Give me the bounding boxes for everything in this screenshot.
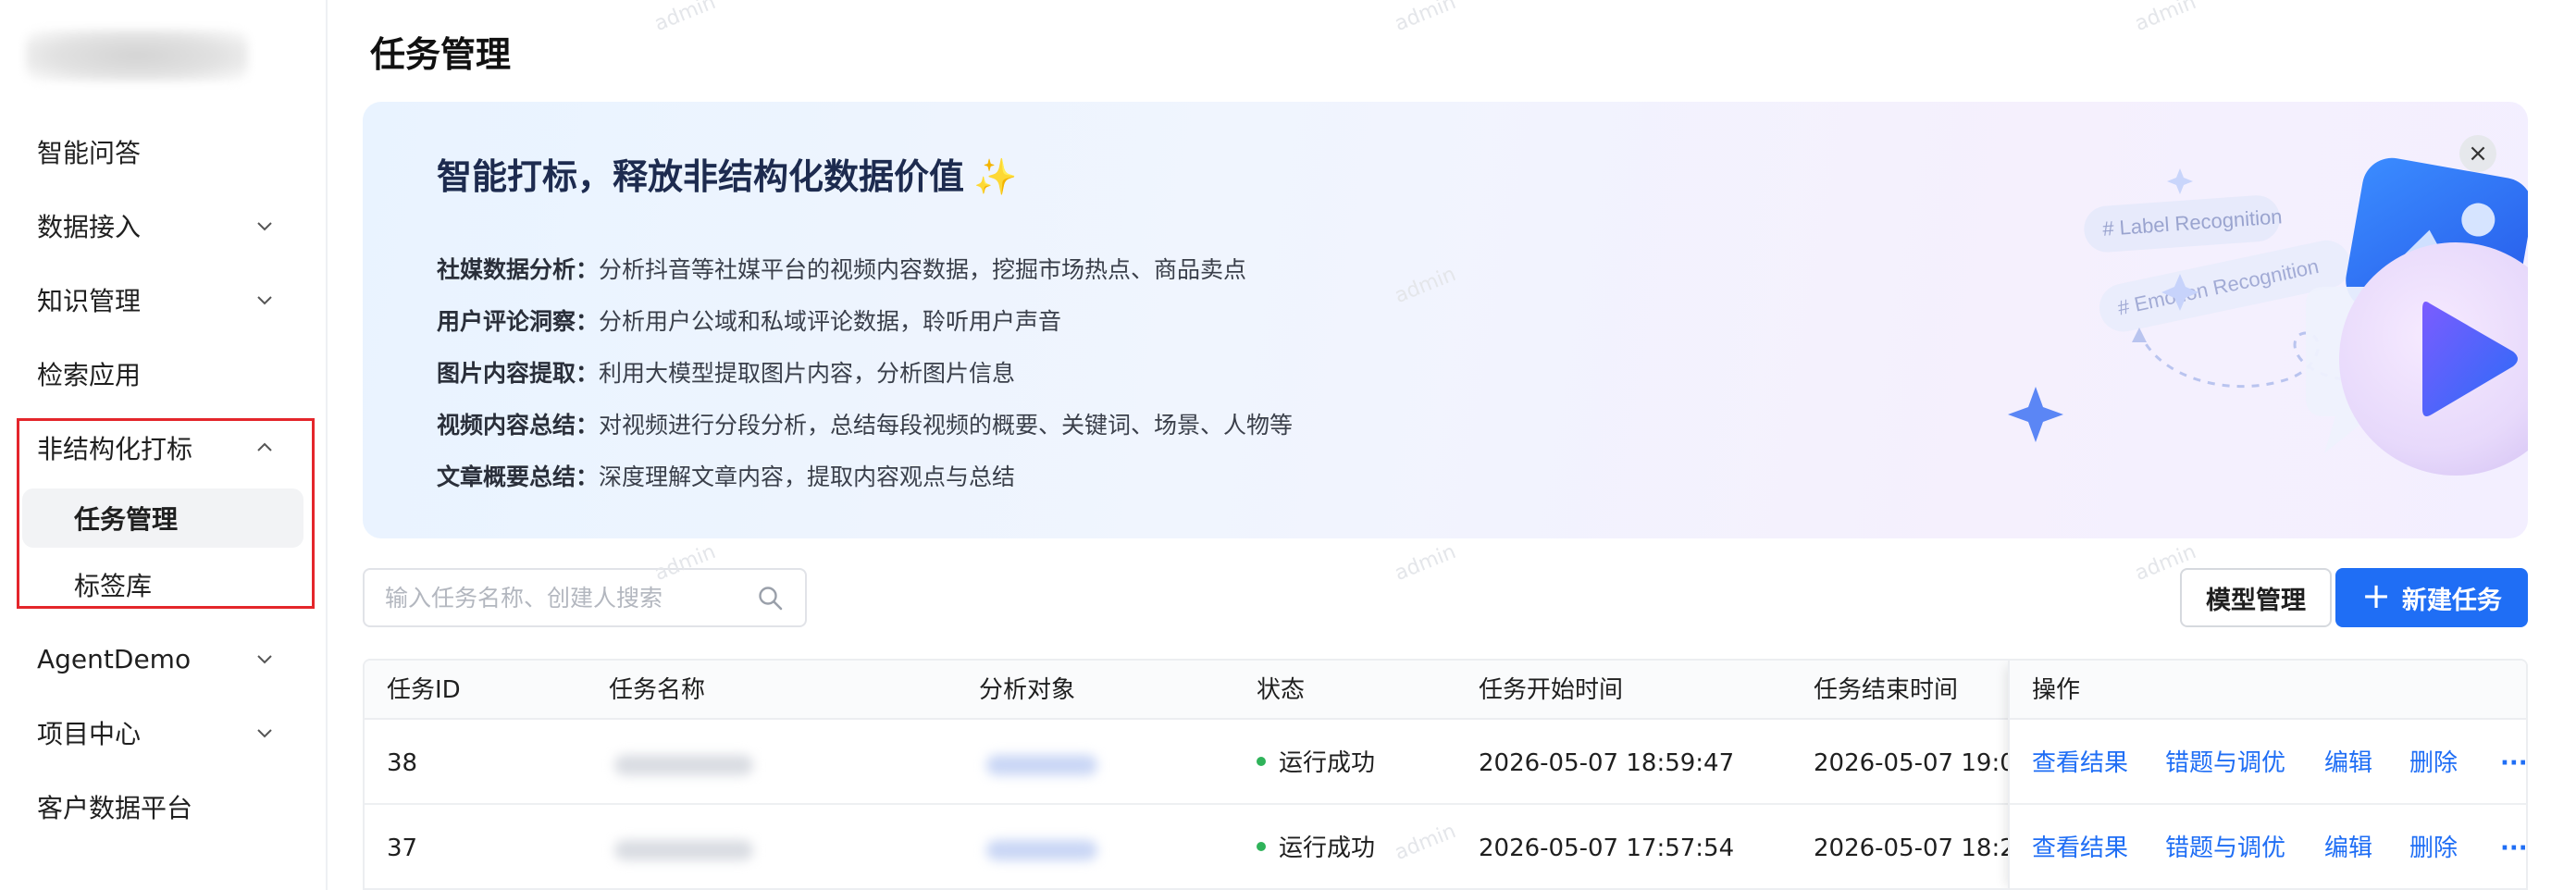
operations-row: 查看结果 错题与调优 编辑 删除 ··· (2010, 722, 2526, 805)
status-dot-icon (1257, 841, 1266, 851)
more-icon[interactable]: ··· (2500, 722, 2526, 805)
sidebar-item-data-access[interactable]: 数据接入 (0, 189, 328, 263)
page-title: 任务管理 (370, 34, 512, 75)
task-id: 37 (387, 834, 418, 862)
sidebar-subitem-task-management[interactable]: 任务管理 (22, 488, 303, 548)
banner-feature: 视频内容总结： 对视频进行分段分析，总结每段视频的概要、关键词、场景、人物等 (437, 412, 1294, 439)
delete-link[interactable]: 删除 (2409, 722, 2458, 805)
chevron-down-icon (257, 222, 272, 231)
sidebar-subitem-label: 任务管理 (74, 504, 179, 535)
sidebar-item-agentdemo[interactable]: AgentDemo (0, 622, 328, 696)
close-icon[interactable]: × (2459, 135, 2496, 172)
status-dot-icon (1257, 756, 1266, 766)
operations-header: 操作 (2010, 661, 2526, 720)
banner-feature: 文章概要总结： 深度理解文章内容，提取内容观点与总结 (437, 464, 1016, 490)
edit-link[interactable]: 编辑 (2324, 807, 2372, 888)
sidebar-subitem-label: 标签库 (74, 571, 153, 601)
status-badge: 运行成功 (1257, 807, 1375, 888)
feature-banner: 智能打标，释放非结构化数据价值 ✨ 社媒数据分析： 分析抖音等社媒平台的视频内容数据… (363, 102, 2528, 538)
search-input[interactable] (385, 570, 746, 625)
banner-feature: 图片内容提取： 利用大模型提取图片内容，分析图片信息 (437, 360, 1016, 387)
end-time-column: 任务结束时间 2026-05-07 19:07: 2026-05-07 18:2… (1660, 661, 2008, 888)
task-name-redacted (614, 755, 753, 775)
delete-link[interactable]: 删除 (2409, 807, 2458, 888)
task-name-redacted (614, 840, 753, 860)
operations-column: 操作 查看结果 错题与调优 编辑 删除 ··· 查看结果 错题与调优 编辑 删除… (2008, 661, 2526, 888)
debug-tune-link[interactable]: 错题与调优 (2165, 807, 2285, 888)
logo (26, 30, 248, 81)
operations-row: 查看结果 错题与调优 编辑 删除 ··· (2010, 807, 2526, 888)
sidebar-nav: 智能问答 数据接入 知识管理 检索应用 非结构化打标 任务管理 标签库 Agen… (0, 115, 328, 844)
column-header-name: 任务名称 (609, 676, 706, 704)
sidebar-item-label: 智能问答 (37, 138, 142, 168)
new-task-button[interactable]: + 新建任务 (2335, 568, 2528, 627)
sidebar-item-label: 项目中心 (37, 719, 142, 749)
task-table: 任务ID 任务名称 分析对象 状态 任务开始时间 38 运行成功 2026-05… (363, 659, 2528, 890)
column-header-start-time: 任务开始时间 (1479, 676, 1624, 704)
banner-feature-list: 社媒数据分析： 分析抖音等社媒平台的视频内容数据，挖掘市场热点、商品卖点 用户评论… (437, 242, 1293, 501)
banner-title: 智能打标，释放非结构化数据价值 ✨ (437, 156, 1018, 197)
sidebar-item-qa[interactable]: 智能问答 (0, 115, 328, 189)
sidebar-item-label: 知识管理 (37, 286, 142, 316)
more-icon[interactable]: ··· (2500, 807, 2526, 888)
task-id: 38 (387, 749, 418, 777)
column-header-object: 分析对象 (979, 676, 1076, 704)
column-header-ops: 操作 (2032, 676, 2081, 704)
view-result-link[interactable]: 查看结果 (2032, 807, 2128, 888)
sparkle-icon: ✨ (973, 156, 1018, 197)
analysis-object-redacted[interactable] (986, 840, 1097, 860)
sidebar-item-label: AgentDemo (37, 643, 192, 674)
model-management-button[interactable]: 模型管理 (2180, 568, 2332, 627)
chevron-down-icon (257, 296, 272, 305)
chevron-down-icon (257, 655, 272, 664)
sidebar-item-label: 非结构化打标 (37, 434, 193, 464)
debug-tune-link[interactable]: 错题与调优 (2165, 722, 2285, 805)
sidebar-subitem-tag-library[interactable]: 标签库 (22, 555, 303, 614)
status-badge: 运行成功 (1257, 722, 1375, 805)
sidebar-item-retrieval[interactable]: 检索应用 (0, 337, 328, 411)
view-result-link[interactable]: 查看结果 (2032, 722, 2128, 805)
column-header-id: 任务ID (387, 676, 461, 704)
banner-feature: 社媒数据分析： 分析抖音等社媒平台的视频内容数据，挖掘市场热点、商品卖点 (437, 256, 1247, 283)
sidebar-item-label: 数据接入 (37, 212, 142, 242)
column-header-status: 状态 (1257, 676, 1306, 704)
chevron-up-icon (257, 442, 272, 451)
sidebar-item-project-center[interactable]: 项目中心 (0, 696, 328, 770)
chevron-down-icon (257, 729, 272, 738)
plus-icon: + (2361, 575, 2391, 616)
sidebar-item-label: 检索应用 (37, 360, 142, 390)
sidebar-item-unstructured-tagging[interactable]: 非结构化打标 (0, 411, 328, 485)
sidebar-item-label: 客户数据平台 (37, 793, 193, 823)
column-header-end-time: 任务结束时间 (1814, 676, 1959, 704)
banner-feature: 用户评论洞察： 分析用户公域和私域评论数据，聆听用户声音 (437, 308, 1062, 335)
task-end-time: 2026-05-07 18:27: (1814, 834, 2008, 862)
analysis-object-redacted[interactable] (986, 755, 1097, 775)
sidebar-item-cdp[interactable]: 客户数据平台 (0, 770, 328, 844)
search-box (363, 568, 807, 627)
sidebar: 智能问答 数据接入 知识管理 检索应用 非结构化打标 任务管理 标签库 Agen… (0, 0, 328, 890)
search-icon[interactable] (757, 585, 785, 612)
main-content: 任务管理 智能打标，释放非结构化数据价值 ✨ 社媒数据分析： 分析抖音等社媒平台的视… (329, 0, 2550, 890)
new-task-label: 新建任务 (2401, 586, 2502, 615)
task-end-time: 2026-05-07 19:07: (1814, 749, 2008, 777)
edit-link[interactable]: 编辑 (2324, 722, 2372, 805)
banner-illustration: # Label Recognition # Emotion Recognitio… (2008, 157, 2528, 476)
sidebar-item-knowledge[interactable]: 知识管理 (0, 263, 328, 337)
